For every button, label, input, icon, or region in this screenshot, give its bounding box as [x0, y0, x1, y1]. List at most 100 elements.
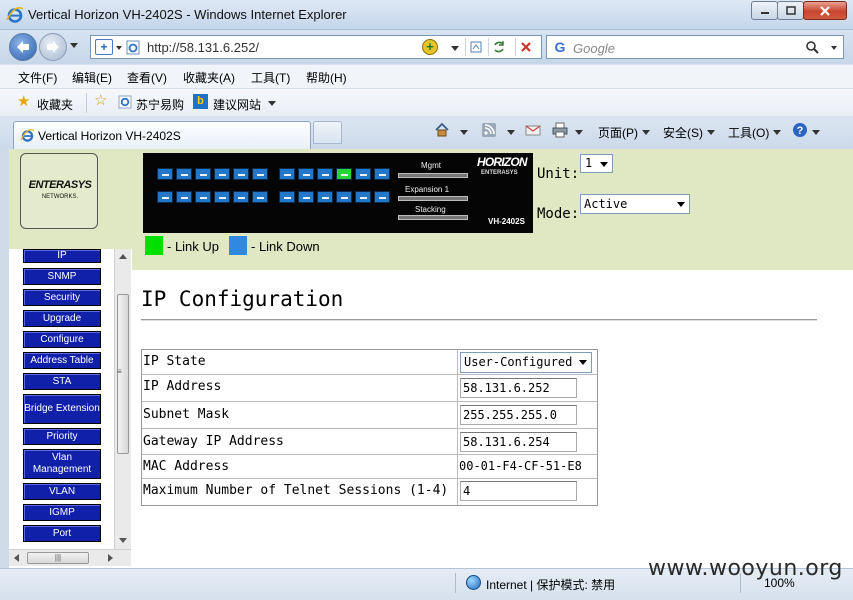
- port-5[interactable]: [233, 168, 249, 180]
- menu-file[interactable]: 文件(F): [18, 69, 57, 86]
- mode-select[interactable]: Active: [580, 194, 690, 214]
- port-3[interactable]: [195, 168, 211, 180]
- url-history-dropdown[interactable]: [451, 46, 459, 51]
- menu-tools[interactable]: 工具(T): [251, 69, 290, 86]
- port-16[interactable]: [214, 191, 230, 203]
- add-favorite-icon[interactable]: ☆: [94, 93, 107, 108]
- port-2[interactable]: [176, 168, 192, 180]
- nav-vlan-management-button[interactable]: Vlan Management: [23, 449, 101, 479]
- chevron-down-icon[interactable]: [642, 130, 650, 135]
- port-24[interactable]: [374, 191, 390, 203]
- port-6[interactable]: [252, 168, 268, 180]
- port-20[interactable]: [298, 191, 314, 203]
- favorites-button[interactable]: 收藏夹: [37, 96, 73, 113]
- search-box[interactable]: G Google: [546, 35, 844, 59]
- nav-snmp-button[interactable]: SNMP: [23, 268, 101, 285]
- port-17[interactable]: [233, 191, 249, 203]
- scroll-right-icon[interactable]: [108, 554, 113, 562]
- address-box[interactable]: + http://58.131.6.252/ +: [90, 35, 542, 59]
- unit-select[interactable]: 1: [580, 154, 613, 173]
- scroll-thumb-horizontal[interactable]: |||: [27, 552, 89, 564]
- nav-bridge-extension-button[interactable]: Bridge Extension: [23, 394, 101, 424]
- nav-configure-button[interactable]: Configure: [23, 331, 101, 348]
- favorite-link-suggested-sites[interactable]: 建议网站: [213, 96, 261, 113]
- port-11[interactable]: [355, 168, 371, 180]
- nav-vlan-button[interactable]: VLAN: [23, 483, 101, 500]
- compat-button[interactable]: [465, 38, 485, 56]
- new-tab-button[interactable]: [313, 121, 342, 144]
- port-22[interactable]: [336, 191, 352, 203]
- ip-state-select[interactable]: User-Configured: [460, 352, 592, 373]
- back-button[interactable]: [9, 33, 37, 61]
- menu-view[interactable]: 查看(V): [127, 69, 167, 86]
- scroll-up-icon[interactable]: [119, 254, 127, 259]
- nav-ip-button[interactable]: IP: [23, 249, 101, 263]
- mail-icon[interactable]: [525, 122, 541, 138]
- nav-igmp-button[interactable]: IGMP: [23, 504, 101, 521]
- home-icon[interactable]: [434, 122, 450, 138]
- nav-port-button[interactable]: Port: [23, 525, 101, 542]
- refresh-button[interactable]: [488, 38, 508, 56]
- chevron-down-icon[interactable]: [773, 130, 781, 135]
- chevron-down-icon[interactable]: [268, 101, 276, 106]
- port-1[interactable]: [157, 168, 173, 180]
- compatibility-view-icon[interactable]: +: [422, 39, 438, 55]
- security-report-icon[interactable]: +: [95, 39, 113, 55]
- rss-dropdown[interactable]: [507, 130, 515, 135]
- port-12[interactable]: [374, 168, 390, 180]
- help-dropdown[interactable]: [812, 130, 820, 135]
- page-menu-button[interactable]: 页面(P): [598, 124, 638, 141]
- nav-upgrade-button[interactable]: Upgrade: [23, 310, 101, 327]
- menu-help[interactable]: 帮助(H): [306, 69, 347, 86]
- favorites-star-icon[interactable]: ★: [17, 94, 30, 109]
- horizontal-scrollbar[interactable]: |||: [9, 549, 131, 566]
- search-options-dropdown[interactable]: [831, 46, 837, 50]
- tools-menu-button[interactable]: 工具(O): [728, 124, 769, 141]
- nav-sta-button[interactable]: STA: [23, 373, 101, 390]
- maximize-button[interactable]: [777, 1, 804, 20]
- vertical-scrollbar[interactable]: ≡: [114, 249, 131, 549]
- nav-address-table-button[interactable]: Address Table: [23, 352, 101, 369]
- scroll-down-icon[interactable]: [119, 538, 127, 543]
- chevron-down-icon[interactable]: [116, 46, 122, 50]
- recent-pages-dropdown[interactable]: [70, 43, 78, 48]
- ip-address-field[interactable]: 58.131.6.252: [460, 378, 577, 398]
- search-icon[interactable]: [805, 40, 819, 54]
- port-15[interactable]: [195, 191, 211, 203]
- print-dropdown[interactable]: [575, 130, 583, 135]
- home-dropdown[interactable]: [460, 130, 468, 135]
- security-zone-text[interactable]: Internet | 保护模式: 禁用: [486, 576, 615, 593]
- close-button[interactable]: [803, 1, 847, 20]
- port-9[interactable]: [317, 168, 333, 180]
- menu-favorites[interactable]: 收藏夹(A): [183, 69, 235, 86]
- chevron-down-icon[interactable]: [707, 130, 715, 135]
- safety-menu-button[interactable]: 安全(S): [663, 124, 703, 141]
- minimize-button[interactable]: [751, 1, 778, 20]
- port-8[interactable]: [298, 168, 314, 180]
- port-23[interactable]: [355, 191, 371, 203]
- tab-vertical-horizon[interactable]: Vertical Horizon VH-2402S: [13, 121, 311, 149]
- subnet-mask-field[interactable]: 255.255.255.0: [460, 405, 577, 425]
- gateway-field[interactable]: 58.131.6.254: [460, 432, 577, 452]
- stop-button[interactable]: [515, 38, 535, 56]
- port-18[interactable]: [252, 191, 268, 203]
- port-13[interactable]: [157, 191, 173, 203]
- port-19[interactable]: [279, 191, 295, 203]
- port-10[interactable]: [336, 168, 352, 180]
- forward-button[interactable]: [39, 33, 67, 61]
- nav-security-button[interactable]: Security: [23, 289, 101, 306]
- menu-edit[interactable]: 编辑(E): [72, 69, 112, 86]
- port-7[interactable]: [279, 168, 295, 180]
- port-4[interactable]: [214, 168, 230, 180]
- port-14[interactable]: [176, 191, 192, 203]
- nav-priority-button[interactable]: Priority: [23, 428, 101, 445]
- url-text[interactable]: http://58.131.6.252/: [147, 40, 259, 55]
- favorite-link-suning[interactable]: 苏宁易购: [136, 96, 184, 113]
- telnet-sessions-field[interactable]: 4: [460, 481, 577, 501]
- print-icon[interactable]: [552, 122, 568, 138]
- rss-feed-icon[interactable]: [481, 122, 497, 138]
- help-icon[interactable]: ?: [792, 122, 808, 138]
- port-21[interactable]: [317, 191, 333, 203]
- search-input[interactable]: Google: [573, 41, 615, 56]
- scroll-left-icon[interactable]: [14, 554, 19, 562]
